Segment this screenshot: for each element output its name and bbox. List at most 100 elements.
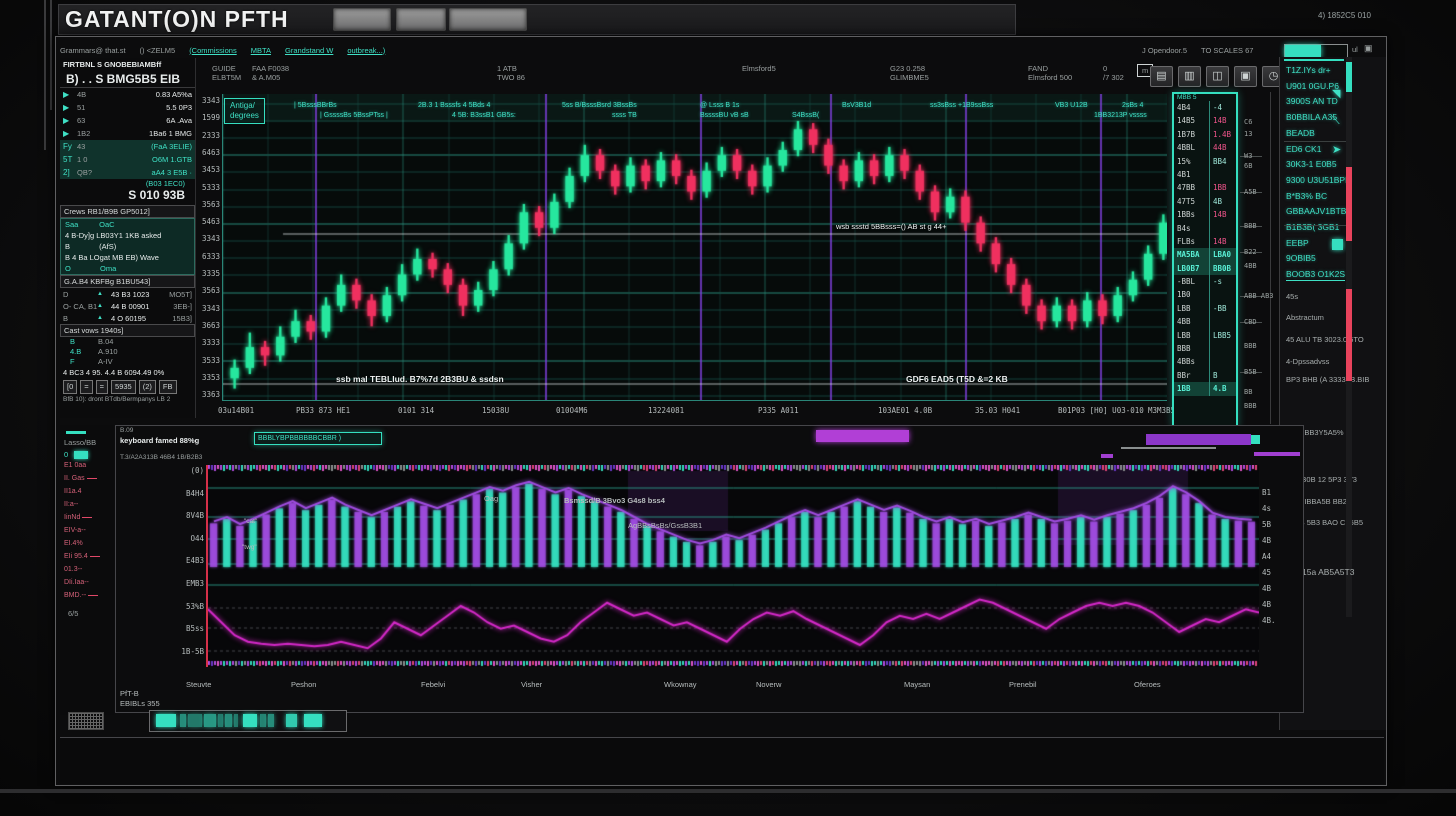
dom-row[interactable]: 47T54B [1174, 195, 1236, 208]
dom-row[interactable]: LB0B7BB0B [1174, 262, 1236, 275]
grip-button[interactable] [68, 712, 104, 730]
sidebar-button-4[interactable]: (2) [139, 380, 156, 394]
segment-block-7[interactable] [243, 714, 257, 727]
grid-icon[interactable]: ▤ [1150, 66, 1173, 87]
right-menu-grey-item-1[interactable]: Abstractum [1286, 313, 1324, 322]
checkbox-icon[interactable] [1332, 239, 1343, 250]
positions-section-header[interactable]: G.A.B4 KBFBg B1BU543] [60, 275, 195, 288]
dom-row[interactable]: MA5BALBA0 [1174, 248, 1236, 261]
right-menu-item-2[interactable]: 3900S AN TD [1286, 96, 1338, 106]
main-chart[interactable]: 3343159923336463345353333563546333436333… [196, 90, 1166, 422]
cursor-icon[interactable]: ➤ [1332, 143, 1341, 156]
right-panel-scrollbar[interactable] [1346, 57, 1352, 617]
toolbar-label-5[interactable]: FANDElmsford 500 [1028, 64, 1072, 82]
window-restore-icon[interactable]: ▣ [1364, 43, 1373, 54]
right-menu-item-1[interactable]: U901 0GU.P6 [1286, 81, 1339, 91]
indicator-list-item[interactable]: IinNd [64, 514, 114, 527]
menu-link-1[interactable]: MBTA [251, 46, 271, 55]
right-menu-item-underlined[interactable]: BOOB3 O1K2S [1286, 269, 1345, 281]
sidebar-button-0[interactable]: [0 [63, 380, 77, 394]
position-row[interactable]: B▲4 O 6019515B3] [60, 312, 195, 324]
right-menu-item-12[interactable]: 9OBIB5 [1286, 253, 1316, 263]
scroll-thumb-teal[interactable] [1346, 62, 1352, 92]
right-menu-item-5[interactable]: ED6 CK1 [1286, 144, 1321, 154]
market-row[interactable]: ▶4B0.83 A5%a [60, 88, 195, 101]
titlebar-button-1[interactable] [333, 8, 391, 31]
segment-block-9[interactable] [268, 714, 274, 727]
chart-legend[interactable]: Antiga/ degrees [224, 98, 265, 124]
right-menu-item-7[interactable]: 9300 U3U51BPB [1286, 175, 1351, 185]
segment-block-11[interactable] [304, 714, 322, 727]
right-menu-grey-item-4[interactable]: BP3 BHB (A 3333) B.BIB [1286, 375, 1369, 384]
menu-item-0[interactable]: Grammars@ that.st [60, 46, 126, 55]
segment-block-10[interactable] [286, 714, 297, 727]
segment-block-6[interactable] [234, 714, 238, 727]
segment-block-8[interactable] [260, 714, 266, 727]
right-menu-item-0[interactable]: T1Z.IYs dr+ [1286, 65, 1331, 75]
indicator-list-item[interactable]: EIV-a-- [64, 527, 114, 540]
dom-row[interactable]: 4B1 [1174, 168, 1236, 181]
teal-chip[interactable] [74, 451, 88, 459]
segment-block-0[interactable] [156, 714, 176, 727]
menu-right-item-1[interactable]: TO SCALES 67 [1201, 46, 1253, 55]
dom-row[interactable]: B4s [1174, 222, 1236, 235]
titlebar-button-2[interactable] [396, 8, 446, 31]
dom-row[interactable]: BBB [1174, 342, 1236, 355]
indicator-list-item[interactable]: EI.4% [64, 540, 114, 553]
menu-link-2[interactable]: Grandstand W [285, 46, 333, 55]
dom-row[interactable]: 1BB4.B [1174, 382, 1236, 395]
segment-toolbar[interactable] [149, 710, 347, 732]
toolbar-label-4[interactable]: G23 0.258GLIMBME5 [890, 64, 929, 82]
menu-item-1[interactable]: () <ZELM5 [140, 46, 176, 55]
toolbar-label-6[interactable]: 0/7 302 [1103, 64, 1124, 82]
indicator-list-item[interactable]: 01.3-- [64, 566, 114, 579]
right-panel-footer[interactable]: 15a AB5A5T3 [1302, 567, 1354, 577]
titlebar-button-3[interactable] [449, 8, 527, 31]
dom-row[interactable]: 4BB [1174, 315, 1236, 328]
market-row[interactable]: Fy43(FaA 3ELIE) [60, 140, 195, 153]
candlestick-canvas[interactable] [222, 94, 1167, 401]
dom-row[interactable]: 4BBL44B [1174, 141, 1236, 154]
toolbar-label-3[interactable]: Elmsford5 [742, 64, 776, 73]
dom-row[interactable]: 14B514B [1174, 114, 1236, 127]
segment-block-1[interactable] [180, 714, 186, 727]
right-menu-item-9[interactable]: GBBAAJV1BTB [1286, 206, 1346, 216]
indicator-list-item[interactable]: BMD.-- [64, 592, 114, 605]
sidebar-button-2[interactable]: = [96, 380, 108, 394]
dom-row[interactable]: 4BBs [1174, 355, 1236, 368]
menu-link-0[interactable]: (Commissions [189, 46, 237, 55]
list-icon[interactable]: ul [1352, 45, 1358, 54]
indicator-list-item[interactable]: DIi.Iaa-- [64, 579, 114, 592]
right-menu-grey-item-2[interactable]: 45 ALU TB 3023.0 5TO [1286, 335, 1364, 344]
market-row[interactable]: ▶1B21Ba6 1 BMG [60, 127, 195, 140]
cast-section-header[interactable]: Cast vows 1940s] [60, 324, 195, 337]
window-icon[interactable]: ▣ [1234, 66, 1257, 87]
menu-right-item-0[interactable]: J Opendoor.5 [1142, 46, 1187, 55]
right-menu-item-3[interactable]: B0BBILA A35 [1286, 112, 1337, 122]
dom-row[interactable]: FLBs14B [1174, 235, 1236, 248]
indicator-list-item[interactable]: II1a.4 [64, 488, 114, 501]
toolbar-label-0[interactable]: GUIDEELBT5M [212, 64, 241, 82]
right-menu-grey-item-0[interactable]: 45s [1286, 292, 1298, 301]
right-menu-grey-item-3[interactable]: 4-Dpssadvss [1286, 357, 1329, 366]
dom-row[interactable]: 15%BB4 [1174, 155, 1236, 168]
segment-block-3[interactable] [204, 714, 216, 727]
menu-link-3[interactable]: outbreak...) [347, 46, 385, 55]
depth-of-market-ladder[interactable]: MBB 5 4B4-414B514B1B7B1.4B4BBL44B15%BB44… [1172, 92, 1238, 428]
position-row[interactable]: O- CA, B1▲44 B 009013EB-] [60, 300, 195, 312]
order-section-header[interactable]: Crews RB1/B9B GP5012] [60, 205, 195, 218]
dom-row[interactable]: 1B0 [1174, 288, 1236, 301]
dom-row[interactable]: 47BB1BB [1174, 181, 1236, 194]
crosshair-icon[interactable]: ◫ [1206, 66, 1229, 87]
indicator-list-item[interactable]: II:a-- [64, 501, 114, 514]
dom-row[interactable]: LBBLBB5 [1174, 329, 1236, 342]
right-menu-item-10[interactable]: B1B3B( 3GB1 [1286, 222, 1339, 232]
dom-row[interactable]: BBrB [1174, 369, 1236, 382]
sidebar-button-1[interactable]: = [80, 380, 92, 394]
right-menu-item-8[interactable]: B*B3% BC [1286, 191, 1327, 201]
toolbar-label-2[interactable]: 1 ATBTWO 86 [497, 64, 525, 82]
indicator-list-item[interactable]: EIi 95.4 [64, 553, 114, 566]
trend-up-icon[interactable]: ◥ [1332, 87, 1340, 100]
market-row[interactable]: ▶636A .Ava [60, 114, 195, 127]
dom-row[interactable]: LBB-BB [1174, 302, 1236, 315]
